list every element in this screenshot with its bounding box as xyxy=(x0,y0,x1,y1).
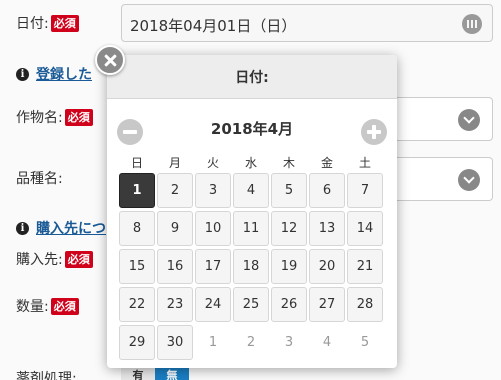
calendar-icon[interactable] xyxy=(462,14,482,34)
datepicker-popup: 日付: 2018年4月 日 月 火 水 木 金 土 1 2 3 4 5 6 7 8 9 10 11 1… xyxy=(107,55,397,368)
weekday-row: 日 月 火 水 木 金 土 xyxy=(118,154,384,171)
chemical-label-row: 薬剤処理: xyxy=(16,368,77,380)
day-cell[interactable]: 6 xyxy=(309,173,345,208)
datepicker-title: 日付: xyxy=(235,69,269,86)
day-cell[interactable]: 11 xyxy=(233,211,269,246)
day-cell[interactable]: 17 xyxy=(195,249,231,284)
day-cell[interactable]: 2 xyxy=(157,173,193,208)
day-cell[interactable]: 23 xyxy=(157,287,193,322)
date-field[interactable]: 2018年04月01日（日） xyxy=(121,4,493,42)
variety-label: 品種名: xyxy=(16,171,63,187)
day-cell[interactable]: 14 xyxy=(347,211,383,246)
info-row-2: i 購入先につ xyxy=(16,218,106,238)
day-cell[interactable]: 13 xyxy=(309,211,345,246)
day-cell[interactable]: 12 xyxy=(271,211,307,246)
day-cell[interactable]: 7 xyxy=(347,173,383,208)
day-cell[interactable]: 5 xyxy=(271,173,307,208)
weekday-label: 金 xyxy=(320,156,333,170)
required-badge: 必須 xyxy=(50,297,79,315)
info-icon: i xyxy=(16,67,29,81)
weekday-label: 日 xyxy=(130,156,143,170)
chevron-down-icon xyxy=(458,109,480,131)
close-icon[interactable] xyxy=(95,45,125,75)
day-cell-next-month: 5 xyxy=(360,335,370,350)
toggle-option-yes[interactable]: 有 xyxy=(121,366,155,380)
weekday-label: 木 xyxy=(282,156,295,170)
quantity-label-row: 数量: 必須 xyxy=(16,296,79,316)
info-row-1: i 登録した xyxy=(16,64,92,84)
variety-label-row: 品種名: xyxy=(16,168,63,188)
date-label: 日付: xyxy=(16,16,49,32)
crop-label: 作物名: xyxy=(16,110,63,126)
day-cell-selected[interactable]: 1 xyxy=(119,173,155,208)
day-cell[interactable]: 4 xyxy=(233,173,269,208)
day-cell[interactable]: 25 xyxy=(233,287,269,322)
required-badge: 必須 xyxy=(50,14,79,32)
day-cell-next-month: 4 xyxy=(322,335,332,350)
chemical-label: 薬剤処理: xyxy=(16,371,77,380)
month-title: 2018年4月 xyxy=(210,120,294,138)
weekday-label: 土 xyxy=(358,156,371,170)
quantity-label: 数量: xyxy=(16,299,49,315)
day-cell[interactable]: 20 xyxy=(309,249,345,284)
date-field-value: 2018年04月01日（日） xyxy=(130,17,297,35)
required-badge: 必須 xyxy=(64,250,93,268)
day-cell[interactable]: 26 xyxy=(271,287,307,322)
info-link-1[interactable]: 登録した xyxy=(36,64,92,84)
day-cell[interactable]: 30 xyxy=(157,325,193,360)
info-icon: i xyxy=(16,221,29,235)
day-cell-next-month: 3 xyxy=(284,335,294,350)
day-cell-next-month: 1 xyxy=(208,335,218,350)
date-label-row: 日付: 必須 xyxy=(16,13,79,33)
day-cell[interactable]: 21 xyxy=(347,249,383,284)
day-cell[interactable]: 16 xyxy=(157,249,193,284)
day-cell[interactable]: 8 xyxy=(119,211,155,246)
day-cell[interactable]: 3 xyxy=(195,173,231,208)
day-cell[interactable]: 27 xyxy=(309,287,345,322)
plus-circle-icon[interactable] xyxy=(361,119,387,145)
day-cell[interactable]: 28 xyxy=(347,287,383,322)
day-cell[interactable]: 29 xyxy=(119,325,155,360)
info-link-2[interactable]: 購入先につ xyxy=(36,218,106,238)
weekday-label: 火 xyxy=(206,156,219,170)
crop-label-row: 作物名: 必須 xyxy=(16,107,93,127)
supplier-label: 購入先: xyxy=(16,252,63,268)
supplier-label-row: 購入先: 必須 xyxy=(16,249,93,269)
day-cell-next-month: 2 xyxy=(246,335,256,350)
day-cell[interactable]: 24 xyxy=(195,287,231,322)
day-cell[interactable]: 19 xyxy=(271,249,307,284)
weekday-label: 月 xyxy=(168,156,181,170)
day-cell[interactable]: 18 xyxy=(233,249,269,284)
day-grid: 1 2 3 4 5 6 7 8 9 10 11 12 13 14 15 16 17 18 19 20 21 22 23 24 2… xyxy=(118,172,384,362)
datepicker-header: 日付: xyxy=(107,55,397,99)
day-cell[interactable]: 9 xyxy=(157,211,193,246)
chevron-down-icon xyxy=(458,169,480,191)
day-cell[interactable]: 10 xyxy=(195,211,231,246)
day-cell[interactable]: 15 xyxy=(119,249,155,284)
chemical-toggle[interactable]: 有 無 xyxy=(121,366,189,380)
required-badge: 必須 xyxy=(64,108,93,126)
day-cell[interactable]: 22 xyxy=(119,287,155,322)
weekday-label: 水 xyxy=(244,156,257,170)
toggle-option-no[interactable]: 無 xyxy=(155,366,189,380)
